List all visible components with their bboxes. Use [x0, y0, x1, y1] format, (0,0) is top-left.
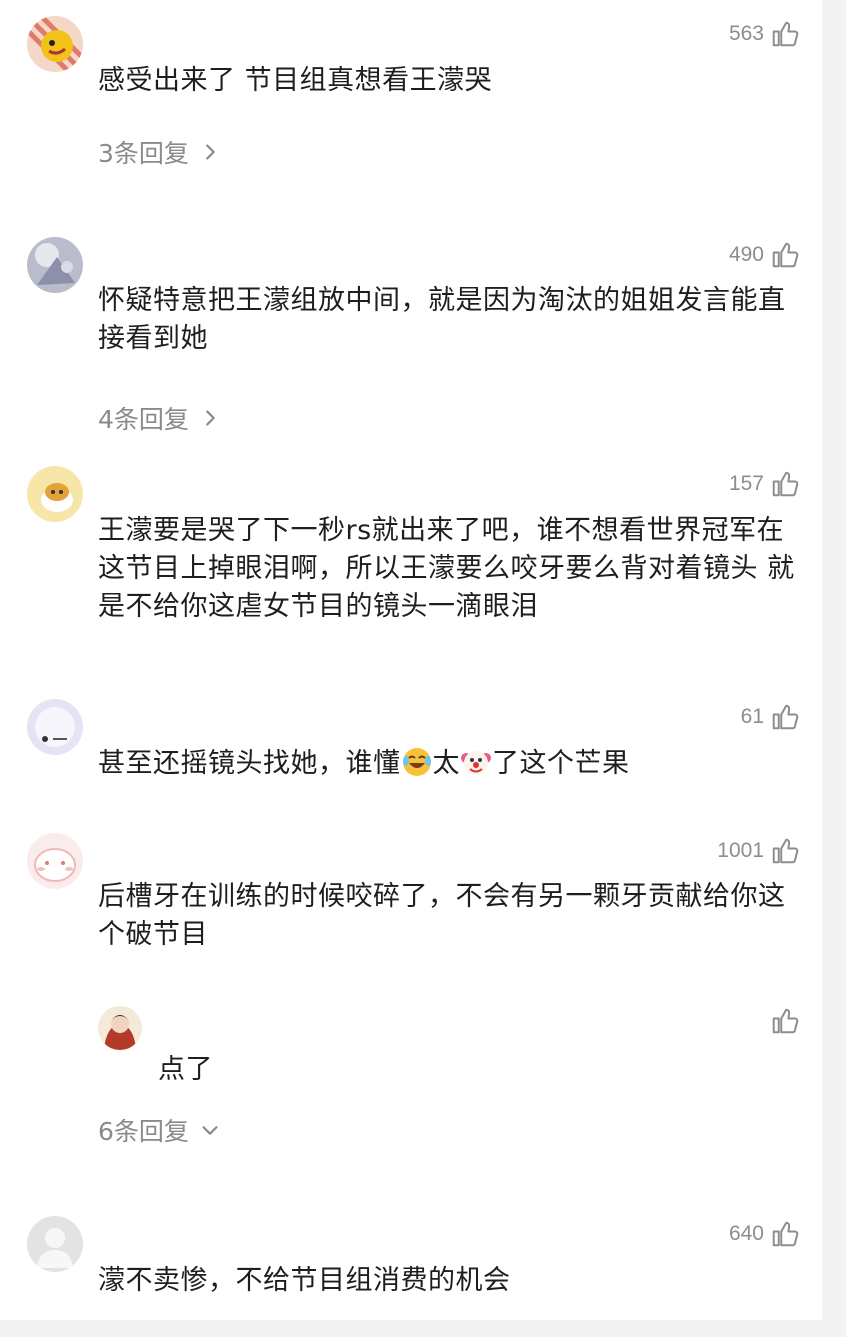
sub-reply-text: 点了: [158, 1054, 213, 1085]
avatar[interactable]: [98, 1006, 142, 1050]
avatar[interactable]: [27, 833, 83, 889]
comment-text: 后槽牙在训练的时候咬碎了，不会有另一颗牙贡献给你这个破节目: [98, 881, 786, 950]
laughing-crying-emoji-icon: [401, 746, 433, 778]
chevron-right-icon: [206, 410, 215, 426]
chevron-down-icon: [202, 1126, 218, 1135]
comment-text: 怀疑特意把王濛组放中间，就是因为淘汰的姐姐发言能直接看到她: [98, 285, 786, 354]
like-button[interactable]: 563: [729, 17, 800, 51]
thumbs-up-icon: [772, 471, 799, 497]
comment-text: 濛不卖惨，不给节目组消费的机会: [98, 1265, 511, 1296]
clown-face-emoji-icon: [460, 746, 492, 778]
avatar[interactable]: [27, 1216, 83, 1272]
avatar[interactable]: [27, 699, 83, 755]
thumbs-up-icon: [772, 21, 799, 47]
avatar-image: [27, 466, 83, 522]
view-replies-button[interactable]: 6条回复: [98, 1112, 221, 1148]
like-button[interactable]: 490: [729, 238, 800, 272]
comment-text-part: 太: [432, 748, 460, 779]
thumbs-up-icon: [772, 1008, 799, 1034]
like-button[interactable]: 157: [729, 467, 800, 501]
like-button[interactable]: 1001: [717, 834, 800, 868]
like-count: 490: [728, 243, 764, 266]
like-count: 1001: [717, 839, 764, 862]
default-avatar-icon: [27, 1216, 83, 1272]
avatar-image: [27, 833, 83, 889]
thumbs-up-icon: [772, 838, 799, 864]
chevron-right-icon: [206, 144, 215, 160]
replies-label: 4条回复: [98, 405, 189, 434]
avatar-image: [27, 16, 83, 72]
like-button[interactable]: [764, 1004, 800, 1038]
like-count: 157: [728, 472, 764, 495]
comment-list: 563 感受出来了 节目组真想看王濛哭 3条回复 490 怀疑特意把王濛组放中间…: [0, 0, 822, 1320]
comment-text-part: 甚至还摇镜头找她，谁懂: [98, 748, 401, 779]
comment-text: 感受出来了 节目组真想看王濛哭: [98, 65, 493, 96]
like-count: 563: [728, 22, 764, 45]
avatar-image: [98, 1006, 142, 1050]
avatar-image: [27, 237, 83, 293]
like-count: 61: [740, 705, 764, 728]
thumbs-up-icon: [772, 242, 799, 268]
thumbs-up-icon: [772, 1221, 799, 1247]
like-count: 640: [728, 1222, 764, 1245]
like-button[interactable]: 61: [741, 700, 800, 734]
avatar[interactable]: [27, 237, 83, 293]
view-replies-button[interactable]: 4条回复: [98, 400, 221, 436]
thumbs-up-icon: [772, 704, 799, 730]
replies-label: 3条回复: [98, 139, 189, 168]
like-button[interactable]: 640: [729, 1217, 800, 1251]
avatar[interactable]: [27, 466, 83, 522]
replies-label: 6条回复: [98, 1117, 189, 1146]
comment-text: 王濛要是哭了下一秒rs就出来了吧，谁不想看世界冠军在这节目上掉眼泪啊，所以王濛要…: [98, 515, 795, 622]
avatar[interactable]: [27, 16, 83, 72]
avatar-image: [27, 699, 83, 755]
view-replies-button[interactable]: 3条回复: [98, 134, 221, 170]
comment-text: 甚至还摇镜头找她，谁懂太 了这个芒果: [98, 745, 798, 783]
comment-text-part: 了这个芒果: [492, 748, 630, 779]
